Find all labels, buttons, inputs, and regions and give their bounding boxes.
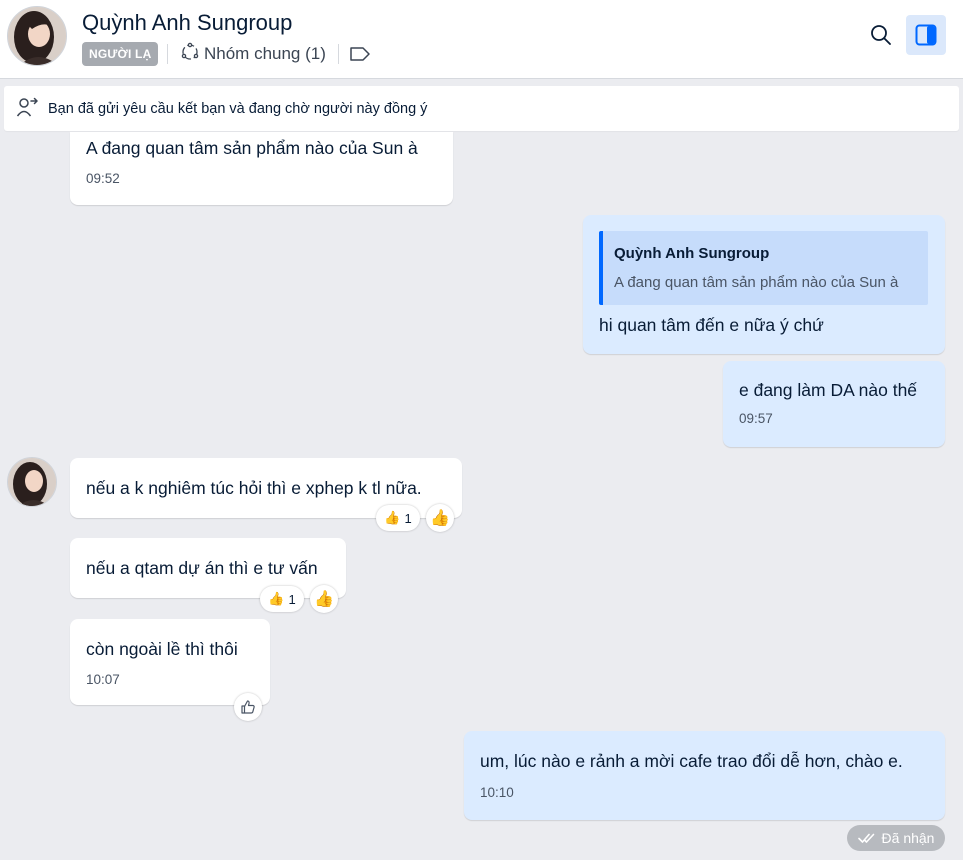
message-text: nếu a k nghiêm túc hỏi thì e xphep k tl … [86, 478, 422, 498]
message-time: 09:52 [86, 171, 120, 186]
message-bubble[interactable]: e đang làm DA nào thế 09:57 [723, 361, 945, 447]
quoted-message[interactable]: Quỳnh Anh Sungroup A đang quan tâm sản p… [599, 231, 928, 305]
add-reaction-button[interactable]: 👍 [310, 585, 338, 613]
thumbs-up-emoji-icon: 👍 [314, 591, 334, 608]
thumbs-up-emoji-icon: 👍 [268, 591, 285, 606]
sidebar-toggle-icon [915, 24, 937, 46]
contact-name[interactable]: Quỳnh Anh Sungroup [82, 10, 292, 36]
toggle-sidebar-button[interactable] [906, 15, 946, 55]
message-text: nếu a qtam dự án thì e tư vấn [86, 558, 318, 578]
reaction-summary[interactable]: 👍 1 [376, 505, 420, 531]
user-pending-icon [16, 96, 38, 122]
quote-author: Quỳnh Anh Sungroup [614, 245, 770, 262]
reaction-count: 1 [288, 591, 296, 607]
message-text: hi quan tâm đến e nữa ý chứ [599, 315, 824, 335]
stranger-badge: NGƯỜI LẠ [82, 42, 159, 66]
divider [167, 44, 168, 64]
quote-text: A đang quan tâm sản phẩm nào của Sun à [614, 274, 899, 291]
divider [338, 44, 339, 64]
reaction-summary[interactable]: 👍 1 [260, 586, 304, 612]
thumbs-up-emoji-icon: 👍 [430, 510, 450, 527]
message-bubble[interactable]: nếu a qtam dự án thì e tư vấn [70, 538, 346, 598]
add-reaction-button[interactable]: 👍 [426, 504, 454, 532]
common-groups-label: Nhóm chung (1) [204, 44, 326, 63]
message-text: A đang quan tâm sản phẩm nào của Sun à [86, 138, 418, 158]
message-text: còn ngoài lề thì thôi [86, 639, 238, 659]
tag-icon[interactable] [349, 46, 371, 62]
contact-avatar[interactable] [7, 6, 67, 66]
message-time: 10:10 [480, 785, 514, 800]
double-check-icon [857, 833, 874, 843]
thumbs-up-emoji-icon: 👍 [384, 510, 401, 525]
chat-header: Quỳnh Anh Sungroup NGƯỜI LẠ Nhóm chung (… [0, 0, 963, 79]
common-groups-link[interactable]: Nhóm chung (1) [180, 42, 326, 67]
group-icon [180, 42, 200, 67]
reaction-count: 1 [404, 510, 412, 526]
message-time: 09:57 [739, 411, 773, 426]
message-text: um, lúc nào e rảnh a mời cafe trao đổi d… [480, 751, 903, 771]
message-bubble[interactable]: còn ngoài lề thì thôi 10:07 [70, 619, 270, 705]
delivery-status-label: Đã nhận [881, 830, 935, 846]
friend-request-text: Bạn đã gửi yêu cầu kết bạn và đang chờ n… [48, 100, 428, 117]
message-bubble[interactable]: um, lúc nào e rảnh a mời cafe trao đổi d… [464, 731, 945, 820]
delivery-status: Đã nhận [847, 825, 945, 851]
search-button[interactable] [861, 15, 901, 55]
search-icon [871, 25, 891, 45]
message-text: e đang làm DA nào thế [739, 380, 918, 400]
like-outline-icon [241, 700, 255, 714]
add-reaction-button[interactable] [234, 693, 262, 721]
message-bubble[interactable]: A đang quan tâm sản phẩm nào của Sun à 0… [70, 132, 453, 205]
message-time: 10:07 [86, 672, 120, 687]
message-bubble[interactable]: Quỳnh Anh Sungroup A đang quan tâm sản p… [583, 215, 945, 354]
sender-avatar[interactable] [7, 457, 57, 507]
friend-request-banner: Bạn đã gửi yêu cầu kết bạn và đang chờ n… [4, 86, 959, 131]
